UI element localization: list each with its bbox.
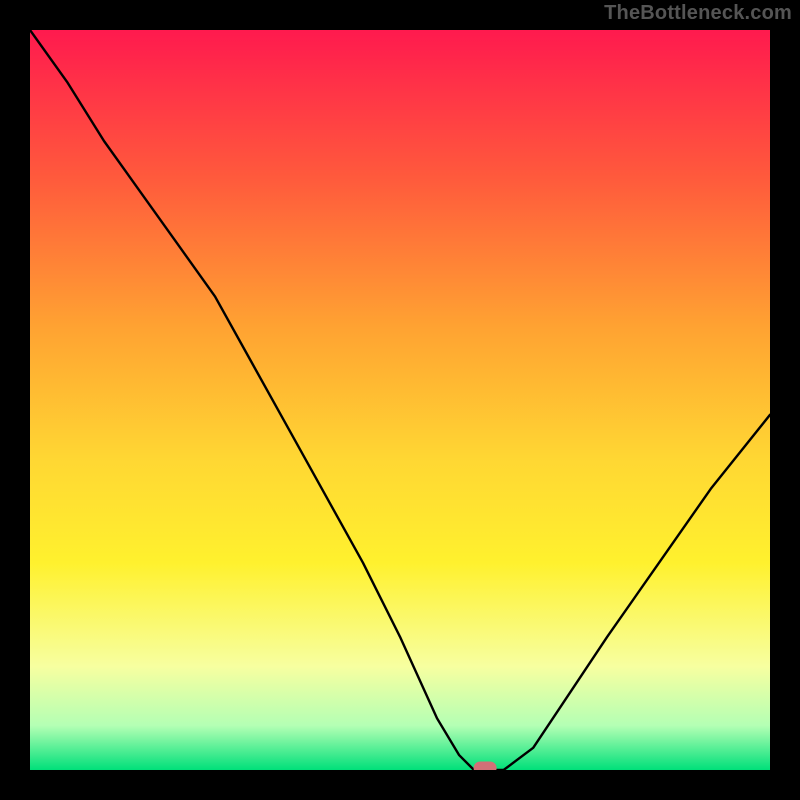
- optimal-marker: [474, 762, 496, 770]
- chart-canvas: TheBottleneck.com: [0, 0, 800, 800]
- watermark-text: TheBottleneck.com: [604, 2, 792, 25]
- gradient-background: [30, 30, 770, 770]
- bottleneck-plot: [30, 30, 770, 770]
